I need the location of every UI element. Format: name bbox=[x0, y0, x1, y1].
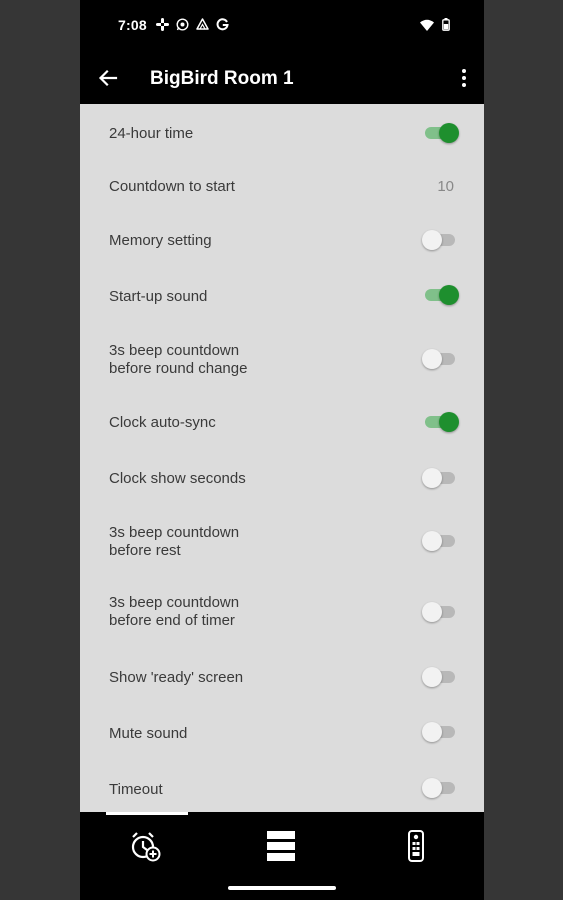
setting-countdown-to-start[interactable]: Countdown to start 10 bbox=[80, 160, 484, 214]
setting-show-ready-screen[interactable]: Show 'ready' screen bbox=[80, 648, 484, 704]
setting-label: 3s beep countdown before end of timer bbox=[109, 594, 240, 629]
arrow-left-icon[interactable] bbox=[96, 66, 120, 90]
setting-clock-auto-sync[interactable]: Clock auto-sync bbox=[80, 394, 484, 450]
setting-timeout[interactable]: Timeout bbox=[80, 760, 484, 812]
setting-beep-round-change[interactable]: 3s beep countdown before round change bbox=[80, 324, 484, 394]
toggle-beep-rest[interactable] bbox=[422, 529, 460, 553]
toggle-mute-sound[interactable] bbox=[422, 720, 460, 744]
toggle-beep-round-change[interactable] bbox=[422, 347, 460, 371]
setting-label: Timeout bbox=[109, 781, 163, 798]
bottom-nav bbox=[80, 812, 484, 900]
toggle-clock-show-seconds[interactable] bbox=[422, 466, 460, 490]
toggle-memory-setting[interactable] bbox=[422, 228, 460, 252]
toggle-timeout[interactable] bbox=[422, 776, 460, 800]
status-time: 7:08 bbox=[118, 17, 147, 33]
setting-start-up-sound[interactable]: Start-up sound bbox=[80, 268, 484, 324]
home-indicator[interactable] bbox=[228, 886, 336, 890]
status-bar: 7:08 bbox=[80, 0, 484, 52]
page-title: BigBird Room 1 bbox=[150, 68, 294, 89]
setting-24-hour-time[interactable]: 24-hour time bbox=[80, 104, 484, 160]
system-icons bbox=[420, 18, 450, 36]
setting-beep-end-of-timer[interactable]: 3s beep countdown before end of timer bbox=[80, 576, 484, 648]
countdown-value: 10 bbox=[437, 178, 454, 195]
add-timer-icon[interactable] bbox=[128, 830, 164, 862]
setting-label: Show 'ready' screen bbox=[109, 669, 244, 686]
battery-icon bbox=[442, 18, 450, 36]
setting-label: 3s beep countdown before rest bbox=[109, 524, 240, 559]
google-icon bbox=[216, 18, 229, 31]
setting-label: Mute sound bbox=[109, 725, 188, 742]
setting-mute-sound[interactable]: Mute sound bbox=[80, 704, 484, 760]
toggle-show-ready-screen[interactable] bbox=[422, 665, 460, 689]
toggle-beep-end-of-timer[interactable] bbox=[422, 600, 460, 624]
toggle-clock-auto-sync[interactable] bbox=[422, 410, 460, 434]
list-icon[interactable] bbox=[264, 830, 300, 862]
selected-tab-indicator bbox=[106, 812, 188, 815]
slack-icon bbox=[156, 18, 169, 31]
toggle-24-hour-time[interactable] bbox=[422, 121, 460, 145]
settings-list: 24-hour time Countdown to start 10 Memor… bbox=[80, 104, 484, 812]
setting-label: Clock show seconds bbox=[109, 470, 246, 487]
remote-icon[interactable] bbox=[400, 830, 436, 862]
setting-label: 3s beep countdown before round change bbox=[109, 342, 248, 377]
app-bar: BigBird Room 1 bbox=[80, 52, 484, 104]
setting-beep-rest[interactable]: 3s beep countdown before rest bbox=[80, 506, 484, 576]
more-vert-icon[interactable] bbox=[458, 66, 470, 90]
whatsapp-icon bbox=[176, 18, 189, 31]
setting-label: Countdown to start bbox=[109, 178, 235, 195]
phone-screen: 7:08 BigBird Room 1 24-hour time Countdo… bbox=[80, 0, 484, 900]
setting-label: Clock auto-sync bbox=[109, 414, 216, 431]
setting-label: Start-up sound bbox=[109, 288, 208, 305]
setting-label: Memory setting bbox=[109, 232, 212, 249]
toggle-start-up-sound[interactable] bbox=[422, 283, 460, 307]
setting-clock-show-seconds[interactable]: Clock show seconds bbox=[80, 450, 484, 506]
notification-icons bbox=[156, 18, 229, 31]
setting-label: 24-hour time bbox=[109, 125, 194, 142]
setting-memory[interactable]: Memory setting bbox=[80, 214, 484, 268]
drive-icon bbox=[196, 18, 209, 31]
wifi-icon bbox=[420, 18, 434, 36]
